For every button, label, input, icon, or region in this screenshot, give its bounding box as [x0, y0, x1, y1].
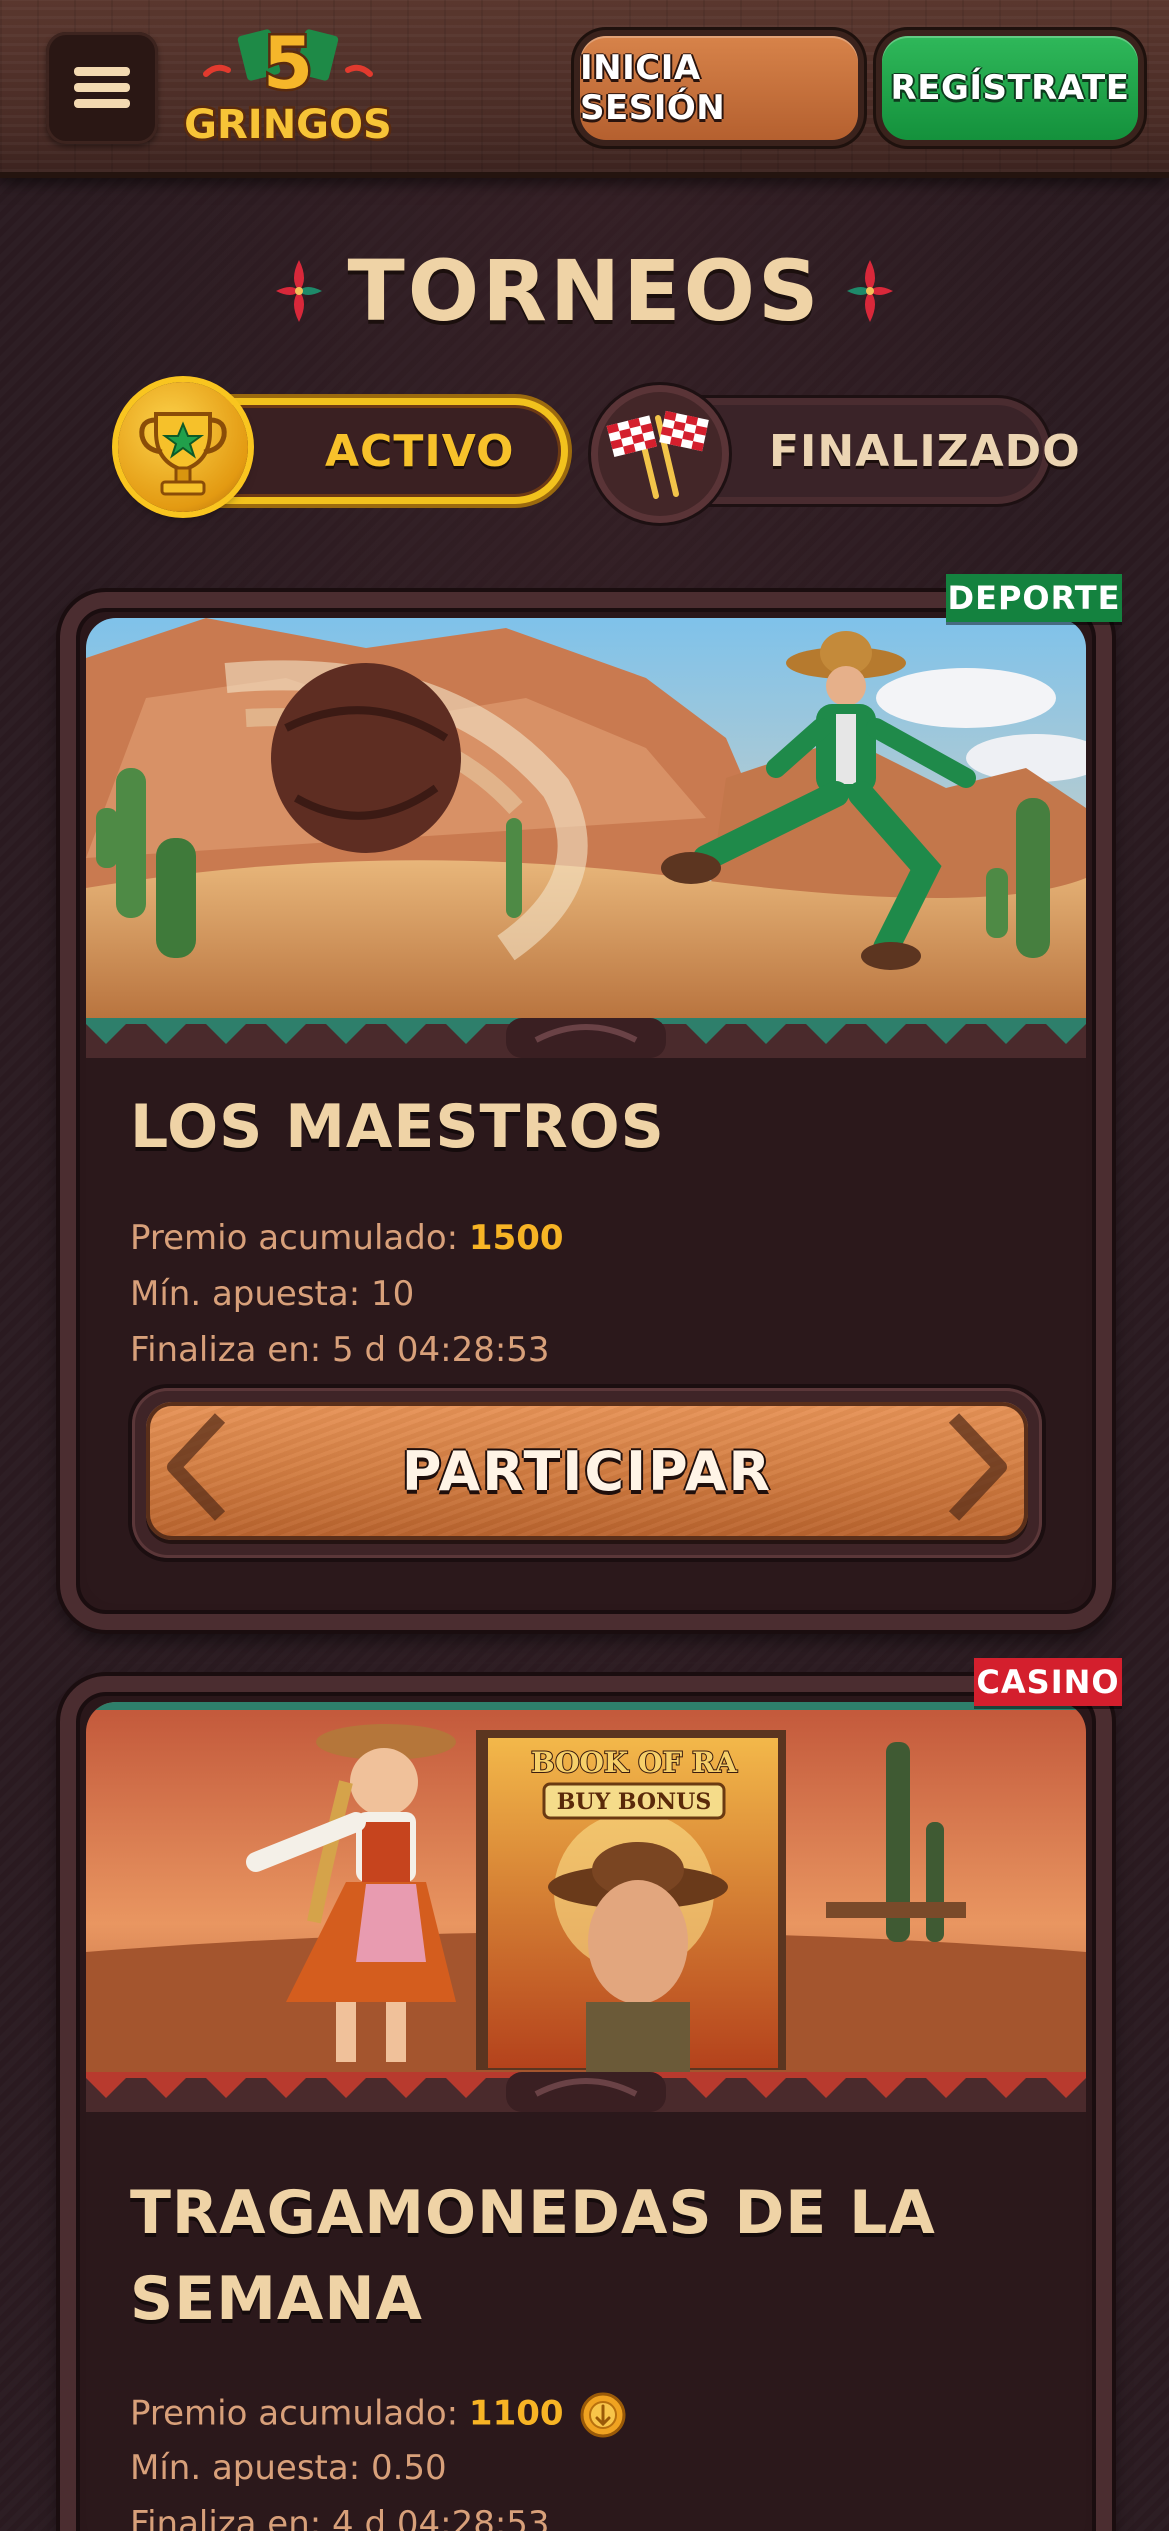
coin-icon	[580, 2392, 626, 2438]
hamburger-menu-button[interactable]	[46, 32, 158, 144]
ends-label: Finaliza en:	[130, 2504, 322, 2531]
min-bet-value: 10	[370, 1274, 415, 1314]
participate-button[interactable]: PARTICIPAR	[132, 1388, 1042, 1558]
min-bet-label: Mín. apuesta:	[130, 2448, 361, 2488]
register-button[interactable]: REGÍSTRATE	[882, 36, 1138, 140]
prize-value: 1500	[468, 1218, 564, 1258]
trophy-icon[interactable]	[118, 382, 248, 512]
min-bet-label: Mín. apuesta:	[130, 1274, 361, 1314]
top-header: 5 GRINGOS INICIA SESIÓN REGÍSTRATE	[0, 0, 1169, 178]
countdown-value: 4 d 04:28:53	[332, 2504, 550, 2531]
tournament-card: LOS MAESTROS Premio acumulado: 1500 Mín.…	[60, 592, 1112, 1630]
tournament-card: BOOK OF RA BUY BONUS TRAGAMONEDAS DE LA …	[60, 1676, 1112, 2531]
tournament-banner-image[interactable]: BOOK OF RA BUY BONUS	[86, 1702, 1086, 2072]
min-bet-value: 0.50	[370, 2448, 447, 2488]
min-bet-row: Mín. apuesta: 0.50	[130, 2448, 447, 2488]
countdown-value: 5 d 04:28:53	[332, 1330, 550, 1370]
ends-row: Finaliza en: 4 d 04:28:53	[130, 2504, 550, 2531]
decorative-band	[86, 2072, 1086, 2112]
prize-label: Premio acumulado:	[130, 2393, 459, 2434]
ends-row: Finaliza en: 5 d 04:28:53	[130, 1330, 550, 1370]
prize-row: Premio acumulado: 1500	[130, 1218, 564, 1258]
game-logo-text: BOOK OF RA	[531, 1746, 738, 1779]
tournament-banner-image[interactable]	[86, 618, 1086, 1018]
chevron-left-icon	[160, 1412, 230, 1522]
tournament-card-body: LOS MAESTROS Premio acumulado: 1500 Mín.…	[86, 618, 1086, 1604]
checkered-flag-icon[interactable]	[598, 392, 722, 516]
chevron-right-icon	[944, 1412, 1014, 1522]
game-badge-text: BUY BONUS	[557, 1789, 712, 1815]
decorative-band	[86, 1018, 1086, 1058]
logo-text: GRINGOS	[184, 102, 392, 148]
prize-value: 1100	[468, 2393, 564, 2434]
logo-number: 5	[263, 22, 313, 105]
right-ornament-icon	[847, 260, 894, 322]
tournament-title: LOS MAESTROS	[130, 1092, 665, 1162]
tab-finished-label: FINALIZADO	[769, 425, 1081, 477]
brand-logo[interactable]: 5 GRINGOS	[178, 19, 398, 152]
category-badge-casino: CASINO	[974, 1658, 1122, 1706]
participate-button-face[interactable]: PARTICIPAR	[146, 1402, 1028, 1540]
prize-label: Premio acumulado:	[130, 1218, 459, 1258]
page-title: TORNEOS	[347, 242, 822, 340]
page-title-row: TORNEOS	[0, 238, 1169, 344]
tournament-card-body: BOOK OF RA BUY BONUS TRAGAMONEDAS DE LA …	[86, 1702, 1086, 2531]
tab-active-label: ACTIVO	[325, 425, 515, 477]
participate-label: PARTICIPAR	[401, 1439, 773, 1503]
left-ornament-icon	[275, 260, 322, 322]
prize-row: Premio acumulado: 1100	[130, 2392, 626, 2438]
menu-icon	[74, 67, 130, 108]
min-bet-row: Mín. apuesta: 10	[130, 1274, 414, 1314]
category-badge-sport: DEPORTE	[946, 574, 1122, 622]
tournament-title: TRAGAMONEDAS DE LA SEMANA	[130, 2178, 936, 2334]
ends-label: Finaliza en:	[130, 1330, 322, 1370]
login-button[interactable]: INICIA SESIÓN	[580, 36, 858, 140]
